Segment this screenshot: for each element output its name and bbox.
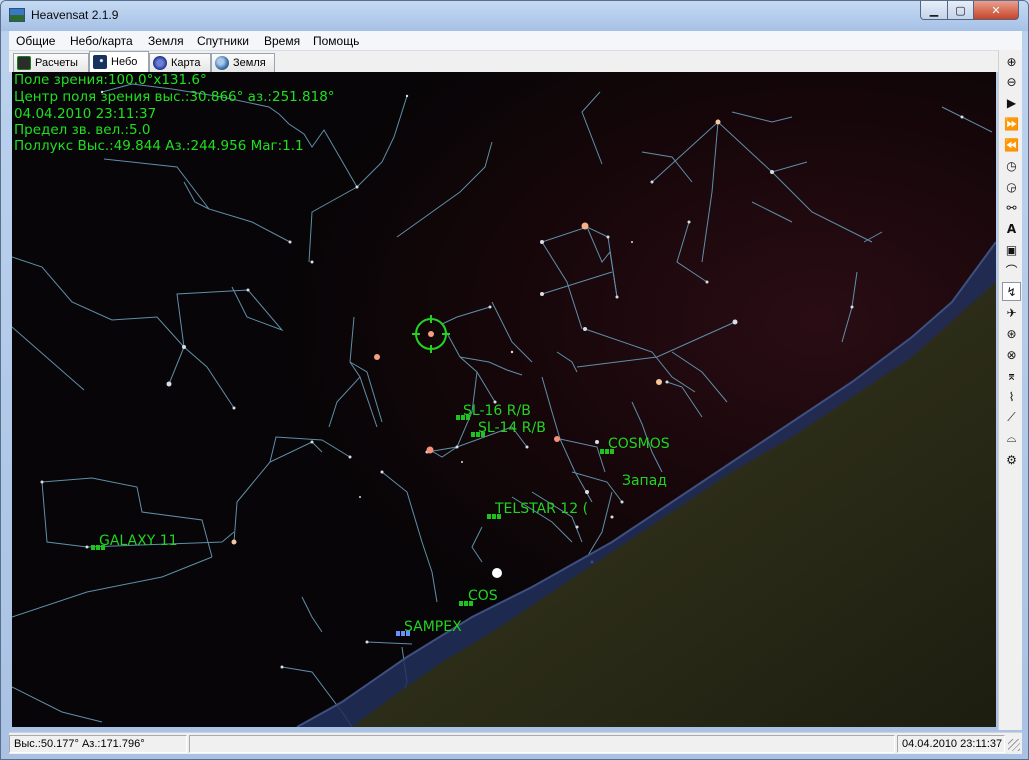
close-button[interactable]: ✕ bbox=[973, 1, 1019, 20]
window-title: Heavensat 2.1.9 bbox=[31, 8, 119, 22]
menu-earth[interactable]: Земля bbox=[148, 34, 184, 48]
line-icon[interactable]: ⟋ bbox=[1002, 408, 1021, 427]
rewind-icon[interactable]: ⏪ bbox=[1002, 135, 1021, 154]
menu-satellites[interactable]: Спутники bbox=[197, 34, 249, 48]
tab-map[interactable]: Карта bbox=[149, 53, 211, 72]
satellite-label[interactable]: SL-14 R/B bbox=[478, 420, 546, 436]
tab-earth[interactable]: Земля bbox=[211, 53, 275, 72]
fov-readout: Поле зрения:100.0°x131.6° bbox=[14, 72, 207, 88]
calculator-icon bbox=[17, 56, 31, 70]
tab-calculations-label: Расчеты bbox=[35, 57, 78, 69]
telescope-icon[interactable]: ⌆ bbox=[1002, 366, 1021, 385]
zoom-in-icon[interactable]: ⊕ bbox=[1002, 52, 1021, 71]
maximize-button[interactable]: ▢ bbox=[947, 1, 974, 20]
menu-help[interactable]: Помощь bbox=[313, 34, 359, 48]
satellite-label[interactable]: COSMOS bbox=[608, 436, 670, 452]
clock-icon[interactable]: ◷ bbox=[1002, 156, 1021, 175]
lock-icon[interactable]: ▣ bbox=[1002, 240, 1021, 259]
view-toolbar: ⊕ ⊖ ▶ ⏩ ⏪ ◷ ◶ ⚯ A ▣ ⌒ ↯ ✈ ⊛ ⊗ ⌆ ⌇ ⟋ ⌓ ⚙ bbox=[998, 50, 1022, 730]
cursor-coords: Выс.:50.177° Аз.:171.796° bbox=[9, 735, 187, 753]
tab-sky-label: Небо bbox=[111, 56, 138, 68]
view-tabs: Расчеты Небо Карта Земля bbox=[9, 51, 998, 72]
view-center-readout: Центр поля зрения выс.:30.866° аз.:251.8… bbox=[14, 89, 335, 105]
tab-sky[interactable]: Небо bbox=[89, 51, 149, 72]
night-sky-icon bbox=[93, 55, 107, 69]
selected-star-readout: Поллукс Выс.:49.844 Аз.:244.956 Маг:1.1 bbox=[14, 138, 304, 154]
satellite-label[interactable]: SL-16 R/B bbox=[463, 403, 531, 419]
satellite-label[interactable]: GALAXY 11 bbox=[99, 533, 178, 549]
menu-sky-map[interactable]: Небо/карта bbox=[70, 34, 133, 48]
telescope-alt-icon[interactable]: ⌇ bbox=[1002, 387, 1021, 406]
minimize-button[interactable]: ▁ bbox=[920, 1, 948, 20]
datetime-readout: 04.04.2010 23:11:37 bbox=[14, 106, 157, 122]
zoom-out-icon[interactable]: ⊖ bbox=[1002, 72, 1021, 91]
app-window: Heavensat 2.1.9 ▁ ▢ ✕ Общие Небо/карта З… bbox=[0, 0, 1029, 760]
direction-label: Запад bbox=[622, 473, 667, 489]
sky-view[interactable]: Поле зрения:100.0°x131.6° Центр поля зре… bbox=[12, 72, 996, 727]
tab-map-label: Карта bbox=[171, 57, 201, 69]
binoculars-icon[interactable]: ⚯ bbox=[1002, 198, 1021, 217]
tab-earth-label: Земля bbox=[233, 57, 266, 69]
satellite-label[interactable]: TELSTAR 12 ( bbox=[495, 501, 588, 517]
fast-forward-icon[interactable]: ⏩ bbox=[1002, 114, 1021, 133]
status-message bbox=[189, 735, 895, 753]
settings-icon[interactable]: ⚙ bbox=[1002, 450, 1021, 469]
status-bar: Выс.:50.177° Аз.:171.796° 04.04.2010 23:… bbox=[9, 732, 1022, 754]
labels-icon[interactable]: A bbox=[1002, 219, 1021, 238]
satellite-label[interactable]: COS bbox=[468, 588, 498, 604]
ground-icon[interactable]: ⌓ bbox=[1002, 429, 1021, 448]
trajectory-icon[interactable]: ↯ bbox=[1002, 282, 1021, 301]
tab-calculations[interactable]: Расчеты bbox=[13, 53, 89, 72]
earth-icon bbox=[215, 56, 229, 70]
play-icon[interactable]: ▶ bbox=[1002, 93, 1021, 112]
magnitude-limit-readout: Предел зв. вел.:5.0 bbox=[14, 122, 151, 138]
satellite-label[interactable]: SAMPEX bbox=[404, 619, 462, 635]
map-globe-icon bbox=[153, 56, 167, 70]
menu-bar: Общие Небо/карта Земля Спутники Время По… bbox=[9, 31, 1022, 51]
sky-canvas[interactable] bbox=[12, 72, 996, 727]
clock-alt-icon[interactable]: ◶ bbox=[1002, 177, 1021, 196]
menu-time[interactable]: Время bbox=[264, 34, 300, 48]
menu-general[interactable]: Общие bbox=[16, 34, 55, 48]
horizon-arc-icon[interactable]: ⌒ bbox=[1002, 261, 1021, 280]
sphere-grid-icon[interactable]: ⊛ bbox=[1002, 324, 1021, 343]
status-datetime: 04.04.2010 23:11:37 bbox=[897, 735, 1005, 753]
globe-grid-icon[interactable]: ⊗ bbox=[1002, 345, 1021, 364]
resize-grip[interactable] bbox=[1008, 739, 1020, 751]
app-icon bbox=[9, 8, 25, 22]
title-bar[interactable]: Heavensat 2.1.9 ▁ ▢ ✕ bbox=[1, 1, 1028, 31]
satellite-icon[interactable]: ✈ bbox=[1002, 303, 1021, 322]
